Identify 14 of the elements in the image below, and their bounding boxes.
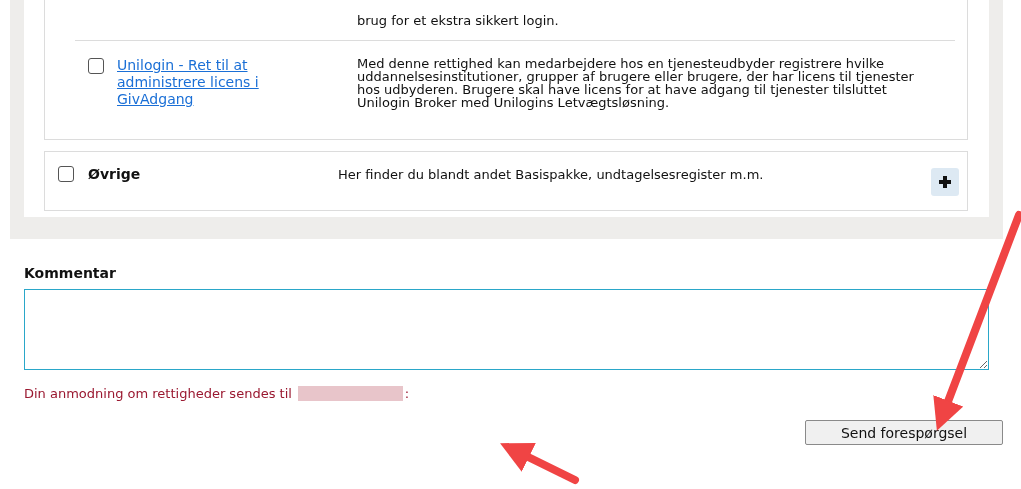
send-request-button[interactable]: Send forespørgsel [805, 420, 1003, 445]
comment-label: Kommentar [24, 265, 117, 281]
plus-icon [938, 175, 952, 189]
checkbox[interactable] [58, 166, 74, 182]
permission-link[interactable]: Unilogin - Ret til at administrere licens i GivAdgang [117, 57, 302, 108]
comment-field[interactable] [24, 289, 989, 370]
group-label: Øvrige [88, 166, 141, 182]
expand-button[interactable] [931, 168, 959, 196]
group-description: Her finder du blandt andet Basispakke, undtagelsesregister m.m. [338, 166, 765, 182]
permission-description: Med denne rettighed kan medarbejdere hos en tjenesteudbyder registrere hvilke uddannelsesinstitutioner, grupper af brugere eller brugere, der har licens til tjenester hos udbyderen. Brugere skal have licens for at have adgang til tjenester tilsluttet Unilogin Broker med Unilogins Letvægtsløsning. [357, 57, 915, 109]
checkbox[interactable] [88, 58, 104, 74]
permission-description: brug for et ekstra sikkert login. [357, 14, 560, 27]
notice-colon: : [404, 386, 410, 401]
notice-text: Din anmodning om rettigheder sendes til [24, 386, 292, 401]
